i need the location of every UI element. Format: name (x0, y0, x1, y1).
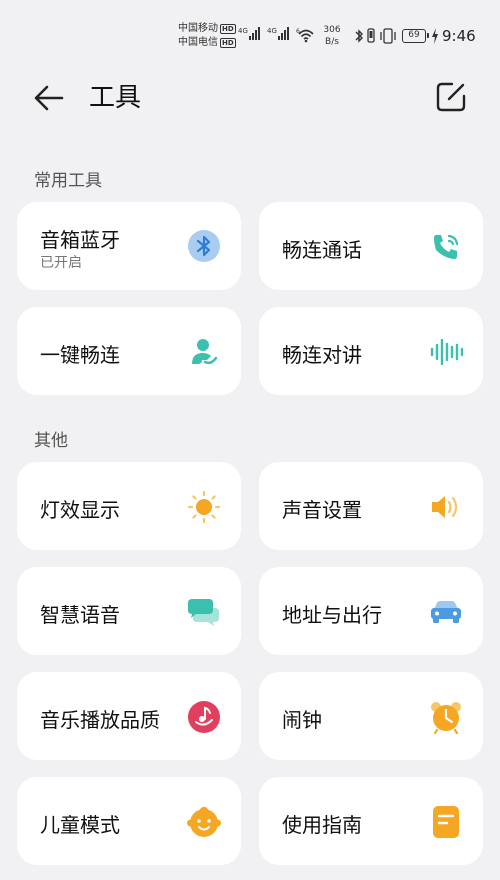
edit-button[interactable] (432, 78, 470, 116)
card-smooth-call[interactable]: 畅连通话 (259, 202, 483, 290)
card-smart-voice[interactable]: 智慧语音 (17, 567, 241, 655)
clock: 9:46 (442, 27, 476, 45)
sound-wave-icon (429, 335, 463, 369)
hd-badge: HD (220, 38, 236, 48)
card-label: 音乐播放品质 (40, 708, 160, 732)
section-title-common-tools: 常用工具 (34, 171, 102, 191)
vibration-mode-icon (379, 28, 397, 48)
edit-icon (436, 82, 466, 112)
card-label: 声音设置 (282, 498, 362, 522)
music-disc-icon (187, 700, 221, 734)
card-user-guide[interactable]: 使用指南 (259, 777, 483, 865)
baby-face-icon (187, 805, 221, 839)
card-status: 已开启 (40, 255, 82, 271)
card-label: 智慧语音 (40, 603, 120, 627)
card-light-display[interactable]: 灯效显示 (17, 462, 241, 550)
back-button[interactable] (30, 80, 68, 116)
card-label: 儿童模式 (40, 813, 120, 837)
section-title-other: 其他 (34, 431, 68, 451)
hd-badge: HD (220, 24, 236, 34)
card-label: 一键畅连 (40, 343, 120, 367)
card-label: 畅连对讲 (282, 343, 362, 367)
card-label: 灯效显示 (40, 498, 120, 522)
card-label: 畅连通话 (282, 238, 362, 262)
signal-1-icon: 4G (238, 27, 261, 40)
card-label: 使用指南 (282, 813, 362, 837)
phone-call-icon (429, 230, 463, 264)
wifi-icon: 6 (296, 27, 316, 47)
status-bar: 中国移动 HD 中国电信 HD 4G 4G 6 306 B/s 69 9:46 (0, 0, 500, 70)
card-address-travel[interactable]: 地址与出行 (259, 567, 483, 655)
signal-2-icon: 4G (267, 27, 290, 40)
speaker-volume-icon (429, 490, 463, 524)
card-label: 音箱蓝牙 (40, 228, 120, 252)
car-icon (429, 595, 463, 629)
back-arrow-icon (34, 85, 64, 111)
person-connect-icon (187, 335, 221, 369)
document-guide-icon (429, 805, 463, 839)
page-title: 工具 (89, 83, 142, 113)
card-speaker-bluetooth[interactable]: 音箱蓝牙 已开启 (17, 202, 241, 290)
sun-icon (187, 490, 221, 524)
battery-icon: 69 (402, 29, 429, 43)
card-one-key-connect[interactable]: 一键畅连 (17, 307, 241, 395)
card-sound-settings[interactable]: 声音设置 (259, 462, 483, 550)
carrier-1: 中国移动 (178, 23, 218, 34)
card-smooth-intercom[interactable]: 畅连对讲 (259, 307, 483, 395)
card-label: 闹钟 (282, 708, 322, 732)
bluetooth-icon (187, 229, 221, 263)
bluetooth-status-icon (354, 28, 364, 48)
carrier-2: 中国电信 (178, 37, 218, 48)
chat-bubble-icon (187, 595, 221, 629)
carrier-info: 中国移动 HD 中国电信 HD (178, 22, 236, 50)
card-music-quality[interactable]: 音乐播放品质 (17, 672, 241, 760)
network-type: 4G (238, 27, 248, 35)
alarm-clock-icon (429, 700, 463, 734)
card-alarm[interactable]: 闹钟 (259, 672, 483, 760)
vibrate-icon (365, 28, 377, 48)
network-type: 4G (267, 27, 277, 35)
card-kids-mode[interactable]: 儿童模式 (17, 777, 241, 865)
card-label: 地址与出行 (282, 603, 382, 627)
network-speed: 306 B/s (323, 25, 341, 47)
charging-icon (431, 28, 439, 48)
